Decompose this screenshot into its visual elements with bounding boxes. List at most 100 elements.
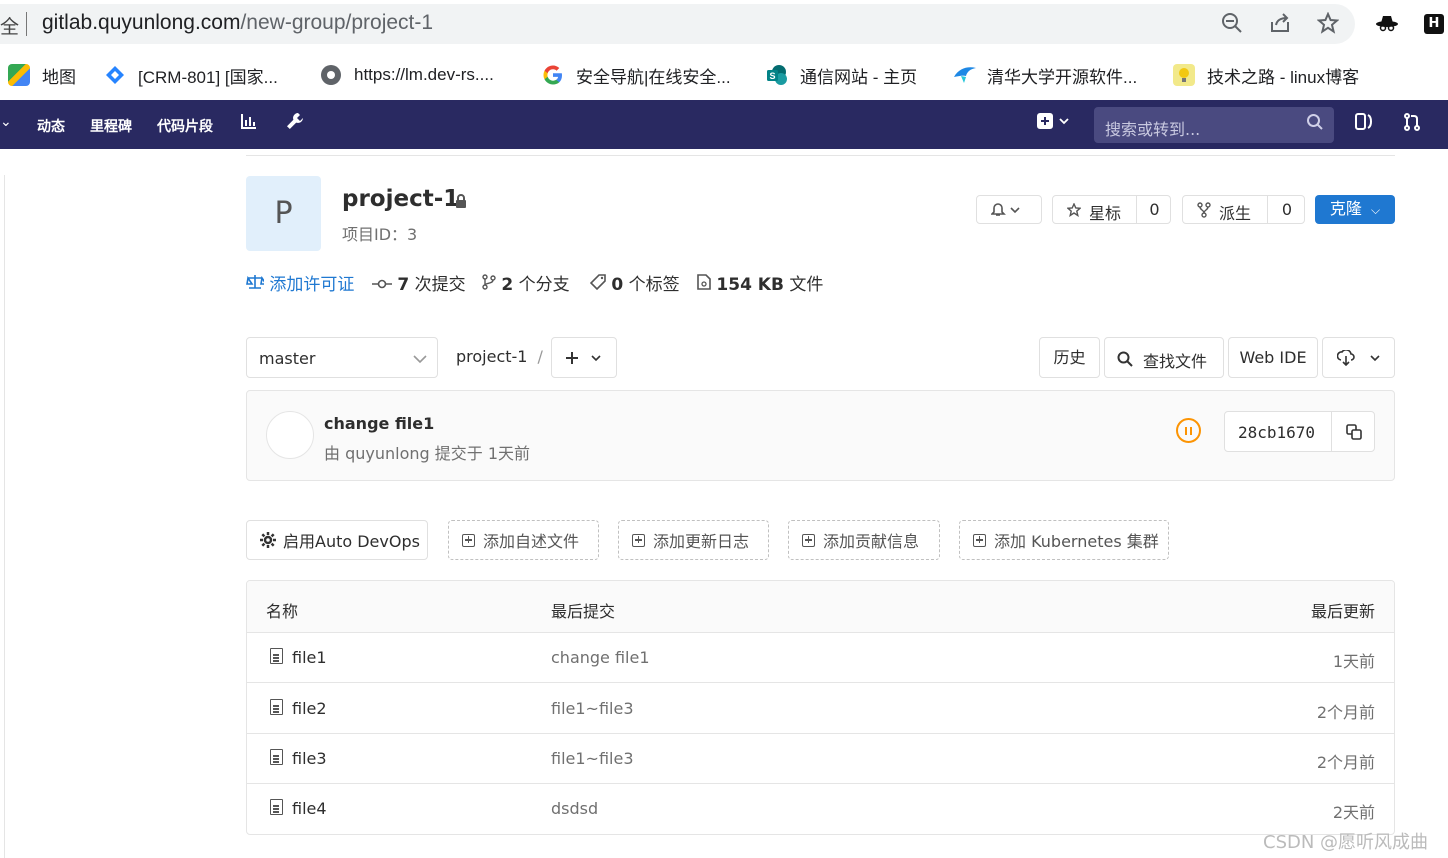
- file-name[interactable]: file3: [292, 749, 327, 768]
- tag-icon: [589, 274, 606, 295]
- security-indicator[interactable]: 全: [0, 12, 19, 39]
- incognito-icon[interactable]: [1375, 12, 1399, 36]
- maps-icon: [8, 64, 30, 86]
- sharepoint-icon: S: [766, 64, 788, 86]
- share-icon[interactable]: [1268, 12, 1292, 36]
- file-icon: [270, 699, 283, 715]
- pipeline-paused-icon[interactable]: [1176, 418, 1201, 443]
- nav-milestones[interactable]: 里程碑: [90, 116, 132, 136]
- file-name[interactable]: file4: [292, 799, 327, 818]
- table-row[interactable]: file3 file1~file3 2个月前: [247, 733, 1394, 784]
- clone-label: 克隆: [1329, 199, 1362, 218]
- download-button[interactable]: [1322, 337, 1395, 378]
- size-value: 154 KB: [716, 275, 784, 295]
- url-path: /new-group/project-1: [240, 11, 434, 34]
- fork-button[interactable]: 派生 0: [1182, 195, 1305, 224]
- chart-icon[interactable]: [240, 112, 258, 135]
- copy-sha-button[interactable]: [1331, 412, 1376, 451]
- chevron-down-icon: [413, 355, 427, 364]
- branch-select[interactable]: master: [246, 337, 438, 378]
- plus-square-icon: [462, 533, 475, 547]
- file-updated: 2个月前: [1316, 753, 1375, 772]
- notification-button[interactable]: [976, 195, 1042, 224]
- issues-icon[interactable]: [1354, 112, 1374, 137]
- branches-count: 2: [501, 275, 514, 295]
- commits-link[interactable]: 7 次提交: [372, 270, 466, 295]
- auto-devops-button[interactable]: 启用Auto DevOps: [246, 520, 428, 560]
- header-last-commit: 最后提交: [551, 602, 616, 621]
- file-name[interactable]: file2: [292, 699, 327, 718]
- table-row[interactable]: file2 file1~file3 2个月前: [247, 683, 1394, 734]
- search-input[interactable]: 搜索或转到...: [1094, 107, 1334, 143]
- add-changelog-label: 添加更新日志: [653, 532, 750, 551]
- tuna-icon: [953, 64, 976, 86]
- add-contributing-button[interactable]: 添加贡献信息: [788, 520, 940, 560]
- wrench-icon[interactable]: [286, 112, 304, 135]
- table-row[interactable]: file1 change file1 1天前: [247, 632, 1394, 683]
- bookmark-item[interactable]: [CRM-801] [国家...: [104, 62, 278, 88]
- last-commit-panel: change file1 由 quyunlong 提交于 1天前 28cb167…: [246, 390, 1395, 481]
- tags-label: 个标签: [628, 275, 680, 295]
- history-button[interactable]: 历史: [1039, 337, 1100, 378]
- size-label: 文件: [789, 275, 824, 295]
- globe-icon: [320, 64, 342, 86]
- star-count[interactable]: 0: [1136, 196, 1172, 223]
- bookmark-item[interactable]: 安全导航|在线安全...: [542, 62, 731, 88]
- extension-icon[interactable]: H: [1424, 14, 1444, 34]
- file-commit[interactable]: file1~file3: [551, 699, 634, 718]
- bookmark-label: 通信网站 - 主页: [800, 67, 918, 87]
- find-file-button[interactable]: 查找文件: [1104, 337, 1224, 378]
- chevron-down-icon[interactable]: ⌄: [0, 114, 12, 130]
- fork-count[interactable]: 0: [1267, 196, 1306, 223]
- new-item-icon[interactable]: [1036, 112, 1070, 135]
- branch-icon: [482, 274, 496, 295]
- commit-sha[interactable]: 28cb1670: [1224, 411, 1375, 452]
- search-placeholder: 搜索或转到...: [1105, 120, 1201, 139]
- add-readme-button[interactable]: 添加自述文件: [448, 520, 599, 560]
- clone-button[interactable]: 克隆 ⌵: [1315, 195, 1395, 224]
- add-readme-label: 添加自述文件: [483, 532, 580, 551]
- commit-message[interactable]: change file1: [324, 414, 434, 433]
- bookmark-item[interactable]: 技术之路 - linux博客: [1173, 62, 1359, 88]
- header-name: 名称: [266, 602, 299, 621]
- tags-link[interactable]: 0 个标签: [589, 270, 680, 295]
- table-row[interactable]: file4 dsdsd 2天前: [247, 783, 1394, 833]
- file-commit[interactable]: change file1: [551, 648, 650, 667]
- file-updated: 2个月前: [1316, 703, 1375, 722]
- bookmark-label: 地图: [42, 67, 76, 87]
- bookmark-star-icon[interactable]: [1316, 11, 1340, 36]
- gear-icon: [260, 532, 276, 548]
- file-icon: [270, 749, 283, 765]
- license-link[interactable]: 添加许可证: [246, 270, 354, 295]
- files-size[interactable]: 154 KB 文件: [697, 270, 823, 295]
- star-button[interactable]: 星标 0: [1052, 195, 1171, 224]
- commits-count: 7: [397, 275, 410, 295]
- bookmark-item[interactable]: 地图: [8, 62, 76, 88]
- nav-activity[interactable]: 动态: [37, 116, 65, 136]
- file-name[interactable]: file1: [292, 648, 327, 667]
- add-kubernetes-button[interactable]: 添加 Kubernetes 集群: [959, 520, 1169, 560]
- branches-link[interactable]: 2 个分支: [482, 270, 570, 295]
- auto-devops-label: 启用Auto DevOps: [283, 532, 420, 551]
- zoom-icon[interactable]: [1220, 12, 1244, 36]
- bulb-icon: [1173, 64, 1195, 86]
- breadcrumb-root[interactable]: project-1: [456, 347, 527, 366]
- search-icon: [1306, 113, 1324, 136]
- branches-label: 个分支: [518, 275, 570, 295]
- bookmark-item[interactable]: S 通信网站 - 主页: [766, 62, 917, 88]
- add-dropdown-button[interactable]: [551, 337, 617, 378]
- author-avatar[interactable]: [266, 411, 314, 459]
- add-changelog-button[interactable]: 添加更新日志: [618, 520, 769, 560]
- url-text[interactable]: gitlab.quyunlong.com/new-group/project-1: [42, 11, 433, 35]
- web-ide-button[interactable]: Web IDE: [1228, 337, 1318, 378]
- merge-requests-icon[interactable]: [1402, 112, 1422, 137]
- project-avatar[interactable]: P: [246, 176, 321, 251]
- bookmark-item[interactable]: https://lm.dev-rs....: [320, 62, 494, 88]
- branch-name: master: [259, 349, 316, 368]
- file-commit[interactable]: dsdsd: [551, 799, 598, 818]
- commits-label: 次提交: [414, 275, 466, 295]
- bookmark-item[interactable]: 清华大学开源软件...: [953, 62, 1137, 88]
- divider: [246, 155, 1395, 156]
- file-commit[interactable]: file1~file3: [551, 749, 634, 768]
- nav-snippets[interactable]: 代码片段: [157, 116, 213, 136]
